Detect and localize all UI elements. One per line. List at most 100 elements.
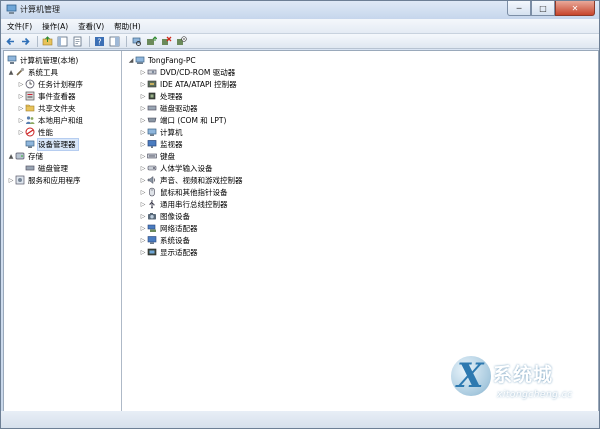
device-category-item[interactable]: ▷ DVD/CD-ROM 驱动器	[139, 66, 236, 78]
expand-arrow-icon[interactable]: ▷	[139, 116, 147, 124]
forward-icon[interactable]	[19, 35, 32, 47]
toolbar-separator	[89, 35, 90, 47]
toolbar-separator	[126, 35, 127, 47]
expand-arrow-icon[interactable]: ▷	[139, 176, 147, 184]
expand-arrow-icon[interactable]: ▷	[17, 116, 25, 124]
menu-file[interactable]: 文件(F)	[3, 21, 36, 32]
device-category-item[interactable]: ▷ 计算机	[139, 126, 183, 138]
collapse-arrow-icon[interactable]: ▲	[7, 152, 15, 160]
device-category-label: 键盘	[160, 151, 175, 161]
console-tree-icon[interactable]	[56, 35, 69, 47]
device-category-label: 端口 (COM 和 LPT)	[160, 115, 227, 125]
tree-item-storage[interactable]: ▲ 存储	[7, 150, 43, 162]
maximize-button[interactable]: □	[531, 1, 555, 16]
toolbar: ?	[1, 34, 599, 49]
device-category-label: IDE ATA/ATAPI 控制器	[160, 79, 237, 89]
watermark-logo: X 系统城 xitongcheng.cc	[449, 354, 599, 416]
sound-icon	[147, 175, 157, 185]
expand-arrow-icon[interactable]: ▷	[139, 224, 147, 232]
device-category-item[interactable]: ▷ 监视器	[139, 138, 183, 150]
tree-item-device-manager[interactable]: 设备管理器	[25, 137, 79, 151]
expand-arrow-icon[interactable]: ▷	[17, 80, 25, 88]
toolbar-separator	[37, 35, 38, 47]
show-hide-pane-icon[interactable]	[108, 35, 121, 47]
device-category-label: 人体学输入设备	[160, 163, 213, 173]
up-folder-icon[interactable]	[41, 35, 54, 47]
expand-arrow-icon[interactable]: ▷	[17, 128, 25, 136]
device-category-label: 计算机	[160, 127, 183, 137]
properties-icon[interactable]	[71, 35, 84, 47]
device-category-item[interactable]: ▷ 人体学输入设备	[139, 162, 213, 174]
tree-label: 存储	[28, 151, 43, 161]
device-category-item[interactable]: ▷ 键盘	[139, 150, 175, 162]
tree-label: 共享文件夹	[38, 103, 76, 113]
device-category-item[interactable]: ▷ 磁盘驱动器	[139, 102, 198, 114]
expand-arrow-icon[interactable]: ▷	[139, 128, 147, 136]
tree-label: 磁盘管理	[38, 163, 68, 173]
update-driver-icon[interactable]	[145, 35, 158, 47]
usb-icon	[147, 199, 157, 209]
tree-item-disk-management[interactable]: 磁盘管理	[25, 162, 68, 174]
collapse-arrow-icon[interactable]: ◢	[127, 56, 135, 64]
expand-arrow-icon[interactable]: ▷	[139, 92, 147, 100]
expand-arrow-icon[interactable]: ▷	[139, 200, 147, 208]
device-category-item[interactable]: ▷ 端口 (COM 和 LPT)	[139, 114, 227, 126]
expand-arrow-icon[interactable]: ▷	[139, 248, 147, 256]
device-category-item[interactable]: ▷ 显示适配器	[139, 246, 198, 258]
computer-icon	[147, 127, 157, 137]
tree-item-event-viewer[interactable]: ▷ 事件查看器	[17, 90, 76, 102]
expand-arrow-icon[interactable]: ▷	[139, 164, 147, 172]
tree-label: 本地用户和组	[38, 115, 83, 125]
close-button[interactable]: ✕	[555, 1, 595, 16]
scan-hardware-icon[interactable]	[130, 35, 143, 47]
expand-arrow-icon[interactable]: ▷	[139, 68, 147, 76]
expand-arrow-icon[interactable]: ▷	[139, 80, 147, 88]
expand-arrow-icon[interactable]: ▷	[7, 176, 15, 184]
device-category-item[interactable]: ▷ 图像设备	[139, 210, 190, 222]
system-devices-icon	[147, 235, 157, 245]
expand-arrow-icon[interactable]: ▷	[139, 212, 147, 220]
expand-arrow-icon[interactable]: ▷	[139, 188, 147, 196]
device-category-item[interactable]: ▷ 鼠标和其他指针设备	[139, 186, 228, 198]
device-category-label: 通用串行总线控制器	[160, 199, 228, 209]
tools-icon	[15, 67, 25, 77]
device-category-item[interactable]: ▷ 网络适配器	[139, 222, 198, 234]
clock-icon	[25, 79, 35, 89]
device-category-item[interactable]: ▷ IDE ATA/ATAPI 控制器	[139, 78, 237, 90]
menu-view[interactable]: 查看(V)	[74, 21, 108, 32]
tree-item-services-applications[interactable]: ▷ 服务和应用程序	[7, 174, 81, 186]
device-category-item[interactable]: ▷ 系统设备	[139, 234, 190, 246]
computer-mgmt-icon	[7, 55, 17, 65]
expand-arrow-icon[interactable]: ▷	[139, 104, 147, 112]
device-category-item[interactable]: ▷ 声音、视频和游戏控制器	[139, 174, 243, 186]
expand-arrow-icon[interactable]: ▷	[139, 152, 147, 160]
expand-arrow-icon[interactable]: ▷	[139, 236, 147, 244]
expand-arrow-icon[interactable]: ▷	[139, 140, 147, 148]
watermark-x-icon: X	[457, 356, 484, 396]
tree-item-computer-management[interactable]: 计算机管理(本地)	[7, 54, 78, 66]
shared-folder-icon	[25, 103, 35, 113]
tree-item-local-users-groups[interactable]: ▷ 本地用户和组	[17, 114, 83, 126]
tree-label: 设备管理器	[37, 137, 79, 151]
device-tree-root[interactable]: ◢ TongFang-PC	[127, 54, 196, 66]
tree-item-performance[interactable]: ▷ 性能	[17, 126, 53, 138]
menu-help[interactable]: 帮助(H)	[110, 21, 145, 32]
uninstall-icon[interactable]	[160, 35, 173, 47]
back-icon[interactable]	[4, 35, 17, 47]
device-category-item[interactable]: ▷ 通用串行总线控制器	[139, 198, 228, 210]
expand-arrow-icon[interactable]: ▷	[17, 92, 25, 100]
title-bar[interactable]: 计算机管理 ─ □ ✕	[1, 1, 599, 19]
window-title: 计算机管理	[20, 5, 60, 14]
tree-item-task-scheduler[interactable]: ▷ 任务计划程序	[17, 78, 83, 90]
menu-action[interactable]: 操作(A)	[38, 21, 72, 32]
expand-arrow-icon[interactable]: ▷	[17, 104, 25, 112]
disable-device-icon[interactable]	[175, 35, 188, 47]
tree-item-shared-folders[interactable]: ▷ 共享文件夹	[17, 102, 76, 114]
console-tree[interactable]: 计算机管理(本地) ▲ 系统工具 ▷ 任务计划程序 ▷ 事件查看器 ▷ 共享文件…	[4, 51, 122, 411]
tree-item-system-tools[interactable]: ▲ 系统工具	[7, 66, 58, 78]
help-icon[interactable]: ?	[93, 35, 106, 47]
collapse-arrow-icon[interactable]: ▲	[7, 68, 15, 76]
menu-bar: 文件(F) 操作(A) 查看(V) 帮助(H)	[1, 19, 599, 34]
minimize-button[interactable]: ─	[507, 1, 531, 16]
device-category-item[interactable]: ▷ 处理器	[139, 90, 183, 102]
